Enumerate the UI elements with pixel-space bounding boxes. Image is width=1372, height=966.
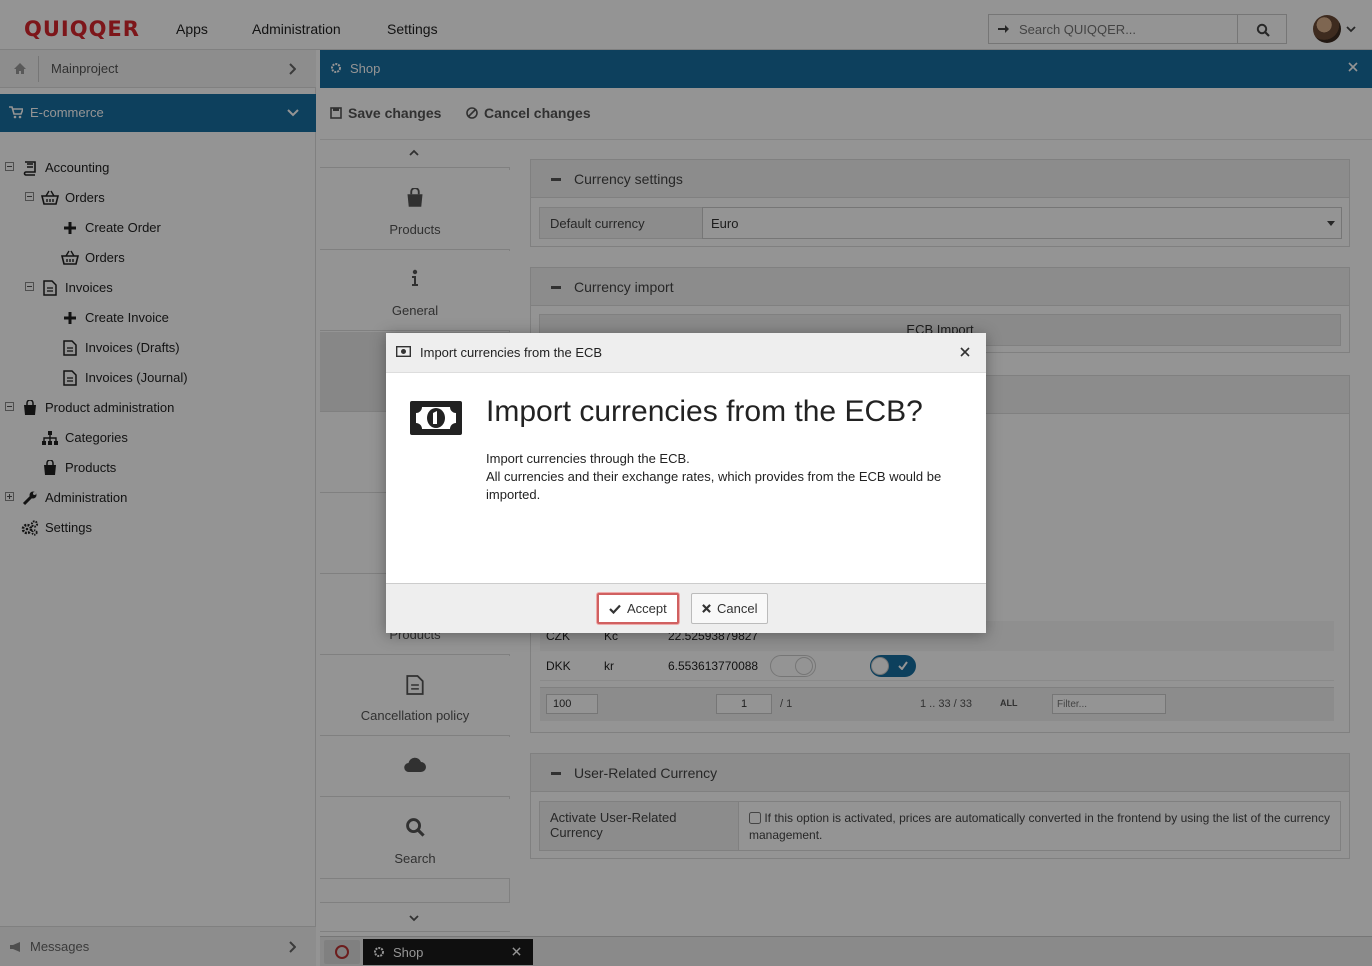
dialog-line-2: All currencies and their exchange rates,… (486, 469, 942, 502)
accept-button[interactable]: Accept (597, 593, 679, 624)
dialog-header-title: Import currencies from the ECB (420, 345, 603, 360)
dialog-title: Import currencies from the ECB? (486, 395, 923, 428)
cancel-button[interactable]: Cancel (691, 593, 769, 624)
dialog-footer: Accept Cancel (386, 583, 986, 633)
cancel-label: Cancel (717, 601, 758, 616)
import-currencies-dialog: Import currencies from the ECB Import cu… (386, 333, 986, 633)
accept-label: Accept (627, 601, 667, 616)
check-icon (609, 604, 621, 614)
money-bill-icon (408, 399, 464, 437)
close-icon (702, 604, 711, 613)
dialog-line-1: Import currencies through the ECB. (486, 451, 690, 466)
dialog-header: Import currencies from the ECB (386, 333, 986, 373)
dialog-body: Import currencies through the ECB. All c… (486, 450, 956, 504)
close-icon[interactable] (960, 347, 970, 357)
money-bill-icon (396, 346, 411, 357)
